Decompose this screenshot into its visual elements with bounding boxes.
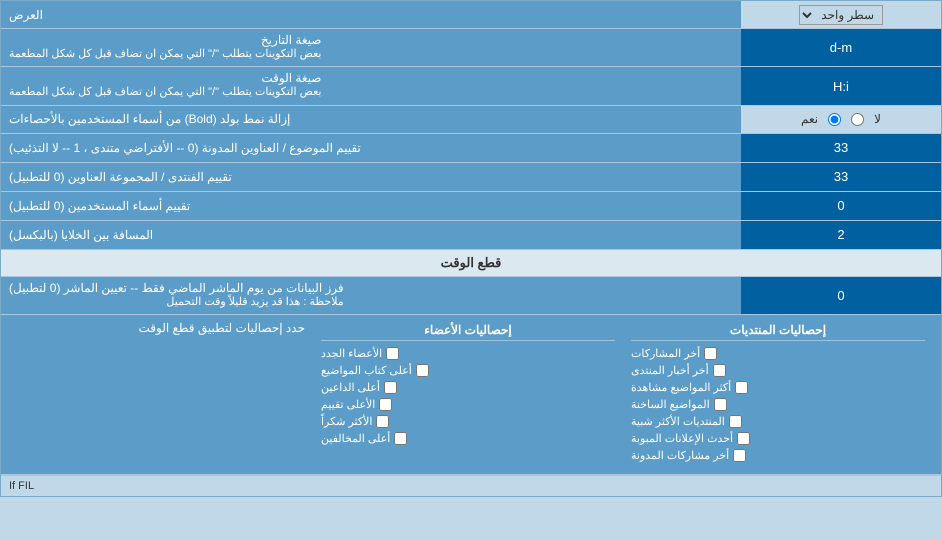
- stats-apply-label: حدد إحصاليات لتطبيق قطع الوقت: [9, 319, 313, 337]
- date-format-input-wrapper: [741, 29, 941, 66]
- stat-member-3-check[interactable]: [384, 381, 397, 394]
- time-format-label: صيغة الوقت بعض التكوينات يتطلب "/" التي …: [1, 67, 741, 104]
- topic-title-input[interactable]: [747, 137, 935, 159]
- time-format-sub-label: بعض التكوينات يتطلب "/" التي يمكن ان تضا…: [9, 85, 321, 100]
- main-container: العرض سطر واحد سطرين ثلاثة أسطر صيغة الت…: [0, 0, 942, 497]
- stat-forum-3-label: أكثر المواضيع مشاهدة: [631, 381, 731, 394]
- stat-member-6-check[interactable]: [394, 432, 407, 445]
- users-names-label: تقييم أسماء المستخدمين (0 للتطبيل): [1, 192, 741, 220]
- cutoff-row: فرز البيانات من يوم الماشر الماضي فقط --…: [1, 277, 941, 315]
- stat-member-6-label: أعلى المخالفين: [321, 432, 390, 445]
- stat-member-5-check[interactable]: [376, 415, 389, 428]
- display-row: العرض سطر واحد سطرين ثلاثة أسطر: [1, 1, 941, 29]
- bold-yes-label: نعم: [801, 112, 818, 126]
- stat-forum-5: المنتديات الأكثر شبية: [631, 415, 925, 428]
- bold-remove-row: إزالة نمط بولد (Bold) من أسماء المستخدمي…: [1, 106, 941, 134]
- stat-member-2-label: أعلى كتاب المواضيع: [321, 364, 412, 377]
- display-input: سطر واحد سطرين ثلاثة أسطر: [741, 1, 941, 28]
- stat-forum-2-label: أخر أخبار المنتدى: [631, 364, 709, 377]
- bottom-note-text: If FIL: [9, 480, 34, 492]
- date-format-input[interactable]: [747, 37, 935, 59]
- date-format-main-label: صيغة التاريخ: [9, 33, 321, 47]
- stat-member-2-check[interactable]: [416, 364, 429, 377]
- date-format-row: صيغة التاريخ بعض التكوينات يتطلب "/" الت…: [1, 29, 941, 67]
- stats-col-members-header: إحصاليات الأعضاء: [321, 323, 615, 341]
- stat-member-4-label: الأعلى تقييم: [321, 398, 375, 411]
- forum-group-row: تقييم الفنتدى / المجموعة العناوين (0 للت…: [1, 163, 941, 192]
- cutoff-section-header: قطع الوقت: [1, 250, 941, 277]
- stats-section: حدد إحصاليات لتطبيق قطع الوقت إحصاليات ا…: [1, 315, 941, 475]
- bold-yes-radio[interactable]: [828, 113, 841, 126]
- stat-forum-7: أخر مشاركات المدونة: [631, 449, 925, 462]
- stat-member-5: الأكثر شكراً: [321, 415, 615, 428]
- space-between-row: المسافة بين الخلايا (بالبكسل): [1, 221, 941, 250]
- stats-col-members: إحصاليات الأعضاء الأعضاء الجدد أعلى كتاب…: [313, 319, 623, 470]
- stat-forum-2: أخر أخبار المنتدى: [631, 364, 925, 377]
- forum-group-input-wrapper: [741, 163, 941, 191]
- stats-col-forums: إحصاليات المنتديات أخر المشاركات أخر أخب…: [623, 319, 933, 470]
- space-between-input-wrapper: [741, 221, 941, 249]
- stat-forum-5-label: المنتديات الأكثر شبية: [631, 415, 725, 428]
- stats-columns: إحصاليات المنتديات أخر المشاركات أخر أخب…: [313, 319, 933, 470]
- stat-forum-1-label: أخر المشاركات: [631, 347, 700, 360]
- stat-forum-4-check[interactable]: [714, 398, 727, 411]
- stat-forum-7-check[interactable]: [733, 449, 746, 462]
- bold-no-label: لا: [874, 112, 881, 126]
- bold-remove-label: إزالة نمط بولد (Bold) من أسماء المستخدمي…: [1, 106, 741, 133]
- users-names-input-wrapper: [741, 192, 941, 220]
- cutoff-input-wrapper: [741, 277, 941, 314]
- display-label: العرض: [1, 1, 741, 28]
- time-format-row: صيغة الوقت بعض التكوينات يتطلب "/" التي …: [1, 67, 941, 105]
- stat-forum-3-check[interactable]: [735, 381, 748, 394]
- stat-member-3: أعلى الداعين: [321, 381, 615, 394]
- space-between-label: المسافة بين الخلايا (بالبكسل): [1, 221, 741, 249]
- stat-forum-4-label: المواضيع الساخنة: [631, 398, 710, 411]
- stat-member-1: الأعضاء الجدد: [321, 347, 615, 360]
- stat-forum-1-check[interactable]: [704, 347, 717, 360]
- stat-forum-2-check[interactable]: [713, 364, 726, 377]
- time-format-input[interactable]: [747, 75, 935, 97]
- stat-forum-4: المواضيع الساخنة: [631, 398, 925, 411]
- stat-forum-3: أكثر المواضيع مشاهدة: [631, 381, 925, 394]
- bold-remove-inputs: نعم لا: [741, 106, 941, 133]
- stat-forum-1: أخر المشاركات: [631, 347, 925, 360]
- stat-member-5-label: الأكثر شكراً: [321, 415, 372, 428]
- topic-title-label: تقييم الموضوع / العناوين المدونة (0 -- ا…: [1, 134, 741, 162]
- date-format-label: صيغة التاريخ بعض التكوينات يتطلب "/" الت…: [1, 29, 741, 66]
- cutoff-label: فرز البيانات من يوم الماشر الماضي فقط --…: [1, 277, 741, 314]
- cutoff-main-label: فرز البيانات من يوم الماشر الماضي فقط --…: [9, 281, 344, 295]
- date-format-sub-label: بعض التكوينات يتطلب "/" التي يمكن ان تضا…: [9, 47, 321, 62]
- users-names-row: تقييم أسماء المستخدمين (0 للتطبيل): [1, 192, 941, 221]
- forum-group-input[interactable]: [747, 166, 935, 188]
- bottom-note-row: If FIL: [1, 475, 941, 496]
- stats-col-forums-header: إحصاليات المنتديات: [631, 323, 925, 341]
- stat-member-3-label: أعلى الداعين: [321, 381, 380, 394]
- cutoff-note-label: ملاحظة : هذا قد يزيد قليلاً وقت التحميل: [9, 295, 344, 310]
- stat-forum-5-check[interactable]: [729, 415, 742, 428]
- stat-member-4: الأعلى تقييم: [321, 398, 615, 411]
- space-between-input[interactable]: [747, 224, 935, 246]
- topic-title-input-wrapper: [741, 134, 941, 162]
- display-select[interactable]: سطر واحد سطرين ثلاثة أسطر: [799, 5, 883, 25]
- topic-title-row: تقييم الموضوع / العناوين المدونة (0 -- ا…: [1, 134, 941, 163]
- stat-member-4-check[interactable]: [379, 398, 392, 411]
- stat-forum-6-label: أحدث الإعلانات المبوبة: [631, 432, 733, 445]
- stat-member-1-label: الأعضاء الجدد: [321, 347, 382, 360]
- stat-forum-6-check[interactable]: [737, 432, 750, 445]
- time-format-input-wrapper: [741, 67, 941, 104]
- stat-member-6: أعلى المخالفين: [321, 432, 615, 445]
- stat-forum-6: أحدث الإعلانات المبوبة: [631, 432, 925, 445]
- stat-member-1-check[interactable]: [386, 347, 399, 360]
- stat-forum-7-label: أخر مشاركات المدونة: [631, 449, 729, 462]
- users-names-input[interactable]: [747, 195, 935, 217]
- time-format-main-label: صيغة الوقت: [9, 71, 321, 85]
- bold-no-radio[interactable]: [851, 113, 864, 126]
- stat-member-2: أعلى كتاب المواضيع: [321, 364, 615, 377]
- forum-group-label: تقييم الفنتدى / المجموعة العناوين (0 للت…: [1, 163, 741, 191]
- cutoff-input[interactable]: [747, 284, 935, 306]
